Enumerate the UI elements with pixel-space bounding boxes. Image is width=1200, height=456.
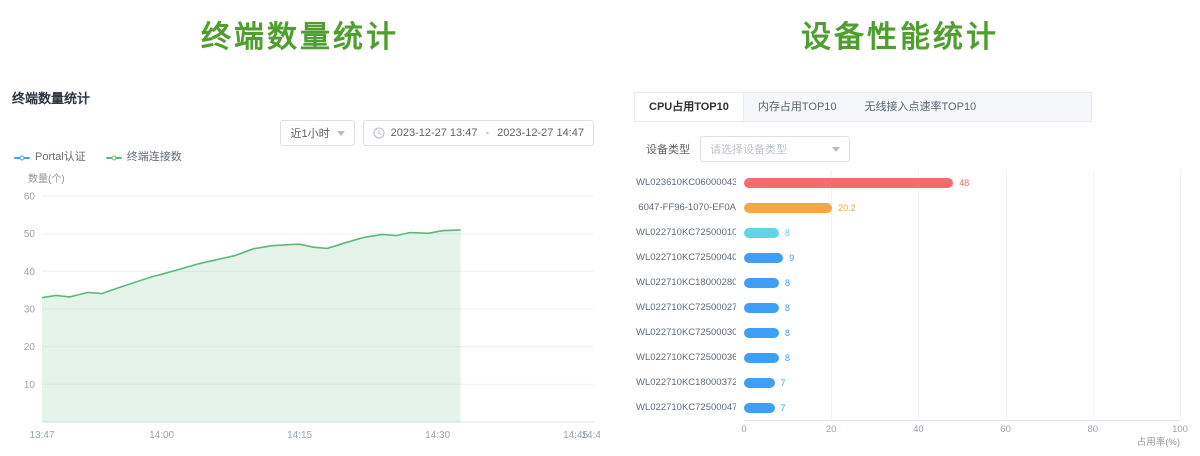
device-label: WL022710KC725000307: [636, 327, 736, 338]
device-label: WL022710KC725000409: [636, 252, 736, 263]
terminal-area-chart-svg: 10203040506013:4714:0014:1514:3014:4514:…: [12, 184, 600, 448]
bar-row: WL022710KC725000369 8: [636, 345, 1192, 370]
time-range-select[interactable]: 近1小时: [280, 120, 354, 146]
cpu-usage-bar: [744, 253, 783, 263]
device-type-filter: 设备类型 请选择设备类型: [646, 136, 850, 162]
bar-row: WL022710KC725000470 7: [636, 395, 1192, 420]
chevron-down-icon: [337, 131, 345, 136]
cpu-usage-bar: [744, 378, 775, 388]
date-separator: -: [483, 127, 491, 139]
legend-item-0[interactable]: Portal认证: [14, 152, 86, 163]
y-axis-title: 数量(个): [28, 170, 65, 185]
cpu-usage-bar: [744, 203, 832, 213]
time-range-value: 近1小时: [290, 125, 329, 141]
svg-text:30: 30: [24, 305, 36, 316]
clock-icon: [373, 127, 385, 139]
bar-value-label: 48: [959, 178, 969, 188]
chevron-down-icon: [832, 147, 840, 152]
device-label: WL022710KC725000470: [636, 402, 736, 413]
bar-value-label: 8: [785, 353, 790, 363]
x-axis-tick: 20: [826, 424, 837, 435]
svg-text:20: 20: [24, 342, 36, 353]
x-axis-title: 占用率(%): [744, 434, 1180, 448]
bar-row: 6047-FF96-1070-EF0A 20.2: [636, 195, 1192, 220]
x-axis-tick: 40: [913, 424, 924, 435]
date-range-picker[interactable]: 2023-12-27 13:47 - 2023-12-27 14:47: [363, 120, 594, 146]
bar-value-label: 8: [785, 303, 790, 313]
bar-value-label: 9: [789, 253, 794, 263]
date-end: 2023-12-27 14:47: [497, 127, 584, 139]
x-axis-tick: 100: [1172, 424, 1188, 435]
device-label: WL022710KC18000280: [636, 277, 736, 288]
svg-text:14:30: 14:30: [425, 430, 450, 441]
bar-row: WL022710KC725000409 9: [636, 245, 1192, 270]
bar-value-label: 8: [785, 228, 790, 238]
device-type-select[interactable]: 请选择设备类型: [700, 136, 850, 162]
device-label: WL022710KC725000369: [636, 352, 736, 363]
bar-row: WL022710KC18000372 7: [636, 370, 1192, 395]
panel-title: 终端数量统计: [12, 88, 600, 107]
chart-legend: Portal认证 终端连接数: [14, 152, 182, 163]
bar-row: WL022710KC725000102 8: [636, 220, 1192, 245]
svg-text:13:47: 13:47: [29, 430, 54, 441]
left-section-title: 终端数量统计: [0, 12, 600, 56]
svg-text:14:00: 14:00: [149, 430, 174, 441]
bar-value-label: 7: [781, 378, 786, 388]
x-axis-tick: 80: [1088, 424, 1099, 435]
bar-row: WL022710KC18000280 8: [636, 270, 1192, 295]
performance-tabs: CPU占用TOP10内存占用TOP10无线接入点速率TOP10: [634, 92, 1092, 122]
right-section-title: 设备性能统计: [600, 12, 1200, 56]
tab-memory[interactable]: 内存占用TOP10: [744, 93, 851, 121]
bar-value-label: 8: [785, 328, 790, 338]
bar-row: WL022710KC725000272 8: [636, 295, 1192, 320]
page-root: { "titles": { "left": "终端数量统计", "right":…: [0, 0, 1200, 456]
terminal-stats-panel: 终端数量统计 近1小时 2023-12-27 13:47 - 2023-12-2…: [12, 88, 600, 452]
device-type-placeholder: 请选择设备类型: [710, 141, 787, 157]
x-axis-tick: 60: [1000, 424, 1011, 435]
date-start: 2023-12-27 13:47: [391, 127, 478, 139]
x-axis-tick: 0: [741, 424, 746, 435]
cpu-usage-bar: [744, 403, 775, 413]
cpu-usage-bar: [744, 353, 779, 363]
bar-row: WL023610KC06000043 48: [636, 170, 1192, 195]
cpu-usage-bar: [744, 278, 779, 288]
svg-text:40: 40: [24, 267, 36, 278]
device-label: WL022710KC18000372: [636, 377, 736, 388]
tab-wireless[interactable]: 无线接入点速率TOP10: [851, 93, 991, 121]
legend-label: 终端连接数: [127, 152, 182, 163]
x-axis-line: [744, 420, 1180, 421]
cpu-usage-bar: [744, 328, 779, 338]
bar-value-label: 8: [785, 278, 790, 288]
terminal-area-chart: 10203040506013:4714:0014:1514:3014:4514:…: [12, 184, 600, 448]
chart-controls: 近1小时 2023-12-27 13:47 - 2023-12-27 14:47: [280, 120, 594, 146]
cpu-usage-bar: [744, 178, 953, 188]
legend-item-1[interactable]: 终端连接数: [106, 152, 182, 163]
svg-text:50: 50: [24, 229, 36, 240]
bar-row: WL022710KC725000307 8: [636, 320, 1192, 345]
legend-line-icon: [14, 157, 30, 159]
svg-text:14:47: 14:47: [581, 430, 600, 441]
tab-cpu[interactable]: CPU占用TOP10: [635, 93, 744, 121]
svg-text:14:15: 14:15: [287, 430, 312, 441]
cpu-usage-bar: [744, 228, 779, 238]
cpu-usage-bar: [744, 303, 779, 313]
device-label: WL023610KC06000043: [636, 177, 736, 188]
device-type-label: 设备类型: [646, 141, 690, 157]
legend-line-icon: [106, 157, 122, 159]
bar-value-label: 7: [781, 403, 786, 413]
device-label: WL022710KC725000102: [636, 227, 736, 238]
device-label: 6047-FF96-1070-EF0A: [636, 202, 736, 213]
svg-text:60: 60: [24, 192, 36, 203]
bar-value-label: 20.2: [838, 203, 856, 213]
legend-label: Portal认证: [35, 152, 86, 163]
cpu-top10-bar-chart: 占用率(%) WL023610KC06000043 48 6047-FF96-107…: [636, 170, 1192, 452]
device-performance-panel: CPU占用TOP10内存占用TOP10无线接入点速率TOP10 设备类型 请选择…: [632, 92, 1197, 456]
device-label: WL022710KC725000272: [636, 302, 736, 313]
svg-text:10: 10: [24, 380, 36, 391]
